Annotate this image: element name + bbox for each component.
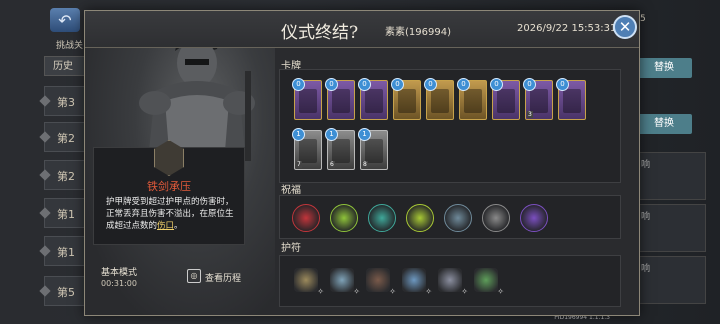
floor-label: 第5	[57, 286, 75, 299]
card-cost: 0	[325, 78, 338, 91]
view-history-button[interactable]: 查看历程	[205, 271, 241, 284]
datetime: 2026/9/22 15:53:31	[517, 23, 617, 34]
character-art: 铁剑承压 护甲牌受到超过护甲点的伤害时，正常丢弃且伤害不溢出，在原位生成超过点数…	[85, 11, 275, 315]
vine-shield-icon[interactable]	[330, 204, 358, 232]
card-cost: 0	[523, 78, 536, 91]
replace-button[interactable]: 替换	[636, 58, 692, 78]
close-button[interactable]: ✕	[613, 15, 637, 39]
heart-shield-icon[interactable]	[292, 204, 320, 232]
right-panel-item: 响	[636, 152, 706, 200]
card-cost: 0	[358, 78, 371, 91]
card-cost: 1	[358, 128, 371, 141]
card-cost: 1	[292, 128, 305, 141]
tooltip-title: 铁剑承压	[147, 180, 191, 193]
hourglass-icon	[563, 89, 581, 113]
armor-icon	[530, 89, 548, 113]
floor-label: 第2	[57, 132, 75, 145]
right-counter: 5	[640, 14, 646, 24]
floor-label: 第1	[57, 246, 75, 259]
bat-icon[interactable]	[520, 204, 548, 232]
sparkle-icon: ✧	[497, 287, 504, 296]
gauntlet-icon	[365, 139, 383, 163]
modal-title: 仪式终结?	[281, 23, 359, 43]
card-item[interactable]: 0	[325, 78, 355, 120]
card-item[interactable]: 18	[358, 128, 388, 170]
card-cost: 0	[457, 78, 470, 91]
mode-label: 基本模式	[101, 268, 138, 278]
modal-header: 仪式终结? 素素(196994) 2026/9/22 15:53:31 ✕	[85, 11, 639, 48]
card-item[interactable]: 0	[391, 78, 421, 120]
card-cost: 0	[391, 78, 404, 91]
amulets-section-label: 护符	[281, 243, 301, 254]
blessings-section	[279, 195, 621, 239]
right-panel-text: 响	[641, 264, 651, 274]
ritual-end-modal: 铁剑承压 护甲牌受到超过护甲点的伤害时，正常丢弃且伤害不溢出，在原位生成超过点数…	[84, 10, 640, 316]
card-tooltip: 铁剑承压 护甲牌受到超过护甲点的伤害时，正常丢弃且伤害不溢出，在原位生成超过点数…	[93, 140, 245, 245]
floor-label: 第3	[57, 96, 75, 109]
card-item[interactable]: 0	[556, 78, 586, 120]
player-name: 素素(196994)	[385, 27, 451, 38]
tooltip-text-tail: 。	[174, 221, 183, 231]
card-item[interactable]: 0	[490, 78, 520, 120]
sparkle-icon: ✧	[389, 287, 396, 296]
jar-amulet-icon[interactable]: ✧	[366, 268, 396, 296]
card-count: 6	[329, 161, 335, 168]
sparkle-icon: ✧	[353, 287, 360, 296]
claw-icon	[299, 89, 317, 113]
tooltip-description: 护甲牌受到超过护甲点的伤害时，正常丢弃且伤害不溢出，在原位生成超过点数的伤口。	[106, 196, 238, 232]
mode-timer: 00:31:00	[101, 279, 137, 288]
floor-label: 第1	[57, 208, 75, 221]
card-count: 7	[296, 161, 302, 168]
sparkle-icon: ✧	[461, 287, 468, 296]
winged-sword-icon[interactable]	[482, 204, 510, 232]
blade-icon	[398, 89, 416, 113]
card-cost: 0	[556, 78, 569, 91]
skull-helm-icon[interactable]	[368, 204, 396, 232]
horseshoe-amulet-icon[interactable]: ✧	[438, 268, 468, 296]
reaper-icon	[431, 89, 449, 113]
card-item[interactable]: 0	[292, 78, 322, 120]
floor-label: 第2	[57, 170, 75, 183]
right-panel-item: 响	[636, 256, 706, 304]
amulets-section: ✧ ✧ ✧ ✧ ✧ ✧	[279, 255, 621, 307]
card-item[interactable]: 0	[358, 78, 388, 120]
right-panel-item: 响	[636, 204, 706, 252]
card-cost: 0	[490, 78, 503, 91]
back-arrow-icon: ↶	[58, 10, 72, 30]
replace-button[interactable]: 替换	[636, 114, 692, 134]
history-icon[interactable]: ◎	[187, 269, 201, 283]
card-cost: 0	[292, 78, 305, 91]
card-cost: 0	[424, 78, 437, 91]
mace-icon	[365, 89, 383, 113]
gauntlet-icon	[332, 139, 350, 163]
card-item[interactable]: 03	[523, 78, 553, 120]
card-item[interactable]: 17	[292, 128, 322, 170]
cup-amulet-icon[interactable]: ✧	[402, 268, 432, 296]
card-count: 8	[362, 161, 368, 168]
sparkle-icon: ✧	[425, 287, 432, 296]
close-icon: ✕	[618, 18, 632, 36]
right-panel-text: 响	[641, 212, 651, 222]
card-item[interactable]: 0	[424, 78, 454, 120]
cards-section: 0000000030171618	[279, 69, 621, 183]
hammer-amulet-icon[interactable]: ✧	[294, 268, 324, 296]
spiral-icon[interactable]	[406, 204, 434, 232]
lantern-amulet-icon[interactable]: ✧	[474, 268, 504, 296]
card-item[interactable]: 16	[325, 128, 355, 170]
card-count: 3	[527, 111, 533, 118]
sparkle-icon: ✧	[317, 287, 324, 296]
orb-icon	[332, 89, 350, 113]
right-panel-text: 响	[641, 160, 651, 170]
potion-icon	[497, 89, 515, 113]
ghost-amulet-icon[interactable]: ✧	[330, 268, 360, 296]
challenge-label: 挑战关	[56, 41, 84, 51]
back-button[interactable]: ↶	[50, 8, 80, 32]
crown-icon[interactable]	[444, 204, 472, 232]
wound-keyword[interactable]: 伤口	[157, 221, 174, 231]
gauntlet-icon	[299, 139, 317, 163]
card-item[interactable]: 0	[457, 78, 487, 120]
warrior-icon	[464, 89, 482, 113]
card-cost: 1	[325, 128, 338, 141]
blessings-section-label: 祝福	[281, 185, 301, 196]
